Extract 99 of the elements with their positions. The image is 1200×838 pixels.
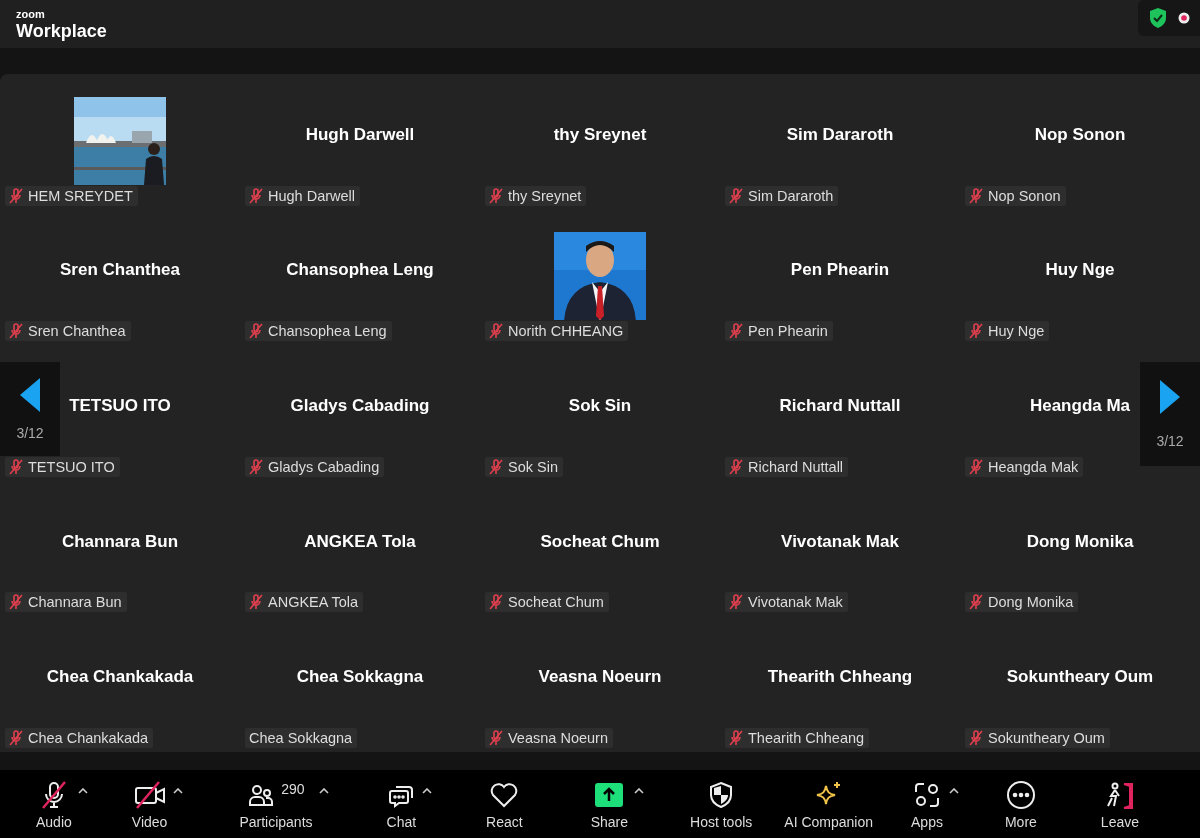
apps-button[interactable]: Apps (905, 774, 949, 834)
name-label: Sren Chanthea (5, 321, 131, 342)
muted-microphone-icon (729, 323, 743, 340)
muted-microphone-icon (9, 323, 23, 340)
name-label: TETSUO ITO (5, 456, 120, 477)
muted-microphone-icon (9, 594, 23, 611)
muted-microphone-icon (249, 323, 263, 340)
name-label: Veasna Noeurn (485, 728, 613, 748)
participant-name: Chansophea Leng (286, 260, 434, 281)
muted-microphone-icon (489, 187, 503, 204)
participant-name: Sren Chanthea (60, 260, 180, 281)
name-label: Chansophea Leng (245, 321, 392, 342)
participant-name: Thearith Chheang (767, 667, 913, 688)
muted-microphone-icon (969, 594, 983, 611)
chat-button[interactable]: Chat (380, 774, 423, 834)
page-indicator: 3/12 (1156, 432, 1184, 449)
host-button[interactable]: Host tools (684, 774, 759, 834)
name-label: Gladys Cabading (245, 456, 385, 477)
heart-icon (489, 780, 520, 809)
participant-name: Hugh Darwell (305, 124, 415, 145)
leave-button[interactable]: Leave (1094, 774, 1145, 834)
muted-microphone-icon (249, 594, 263, 611)
brand-name: Workplace (16, 21, 107, 40)
muted-microphone-icon (9, 730, 23, 746)
record-icon[interactable] (1178, 12, 1190, 24)
name-label: Sokuntheary Oum (965, 728, 1110, 748)
participant-name: Channara Bun (61, 531, 179, 552)
participant-name: Richard Nuttall (779, 396, 901, 416)
name-label: Nop Sonon (965, 185, 1066, 206)
muted-microphone-icon (9, 458, 23, 475)
name-label: Huy Nge (965, 321, 1050, 342)
participant-name: Pen Phearin (790, 260, 890, 281)
video-off-icon (132, 779, 167, 810)
name-label: ANGKEA Tola (245, 592, 363, 613)
participant-name: thy Sreynet (553, 124, 647, 145)
name-label: Pen Phearin (725, 321, 833, 342)
left-arrow-icon (20, 377, 40, 412)
muted-microphone-icon (249, 458, 263, 475)
shield-icon (708, 780, 735, 809)
more-button[interactable]: More (998, 774, 1043, 834)
participant-name: ANGKEA Tola (304, 531, 416, 552)
muted-microphone-icon (729, 730, 743, 746)
share-icon (594, 781, 625, 808)
name-label: Richard Nuttall (725, 456, 849, 477)
name-label: Chea Chankakada (5, 728, 154, 748)
participant-name: Dong Monika (1026, 531, 1134, 552)
participant-name: Gladys Cabading (290, 396, 430, 416)
participant-name: Nop Sonon (1034, 124, 1126, 145)
apps-icon (912, 780, 941, 809)
muted-microphone-icon (969, 323, 983, 340)
name-label: Dong Monika (965, 592, 1079, 613)
muted-microphone-icon (489, 323, 503, 340)
muted-microphone-icon (489, 458, 503, 475)
name-label: Vivotanak Mak (725, 592, 848, 613)
name-label: Norith CHHEANG (485, 321, 629, 342)
participant-name: Sok Sin (568, 396, 632, 416)
previous-page-button[interactable] (20, 377, 40, 415)
shield-check-icon[interactable] (1148, 7, 1168, 29)
muted-microphone-icon (729, 594, 743, 611)
more-icon (1005, 779, 1036, 810)
participant-name: Sim Dararoth (786, 124, 894, 145)
react-button[interactable]: React (480, 774, 529, 834)
audio-button[interactable]: Audio (30, 774, 78, 834)
name-label: thy Sreynet (485, 185, 587, 206)
name-label: Sok Sin (485, 456, 563, 477)
name-label: Channara Bun (5, 592, 127, 613)
brand-logo-small: zoom (16, 8, 46, 20)
participant-name: Socheat Chum (540, 531, 660, 552)
name-label: Socheat Chum (485, 592, 609, 613)
participant-name: Vivotanak Mak (781, 531, 899, 552)
participant-name: Huy Nge (1045, 260, 1115, 281)
muted-microphone-icon (729, 187, 743, 204)
name-label: Sim Dararoth (725, 185, 839, 206)
participant-name: Chea Chankakada (46, 667, 194, 688)
name-label: Thearith Chheang (725, 728, 870, 748)
name-label: Chea Sokkagna (245, 728, 358, 748)
video-button[interactable]: Video (125, 774, 174, 834)
participant-name: Chea Sokkagna (296, 667, 424, 688)
page-indicator: 3/12 (16, 424, 44, 441)
name-label: Hugh Darwell (245, 185, 361, 206)
muted-microphone-icon (489, 594, 503, 611)
name-label: HEM SREYDET (5, 185, 138, 206)
participant-name: Heangda Ma (1029, 396, 1131, 416)
participant-name: Sokuntheary Oum (1006, 667, 1154, 688)
right-arrow-icon (1160, 379, 1180, 414)
name-label: Heangda Mak (965, 456, 1084, 477)
next-page-button[interactable] (1160, 379, 1180, 417)
muted-microphone-icon (969, 730, 983, 746)
share-button[interactable]: Share (584, 774, 635, 834)
muted-microphone-icon (9, 187, 23, 204)
muted-microphone-icon (249, 187, 263, 204)
ai-button[interactable]: AI Companion (778, 774, 879, 834)
muted-microphone-icon (489, 730, 503, 746)
participant-name: TETSUO ITO (69, 396, 171, 416)
participants-button[interactable]: 290 Participants (233, 774, 319, 834)
muted-microphone-icon (969, 458, 983, 475)
muted-microphone-icon (969, 187, 983, 204)
muted-microphone-icon (729, 458, 743, 475)
participant-name: Veasna Noeurn (538, 667, 662, 688)
